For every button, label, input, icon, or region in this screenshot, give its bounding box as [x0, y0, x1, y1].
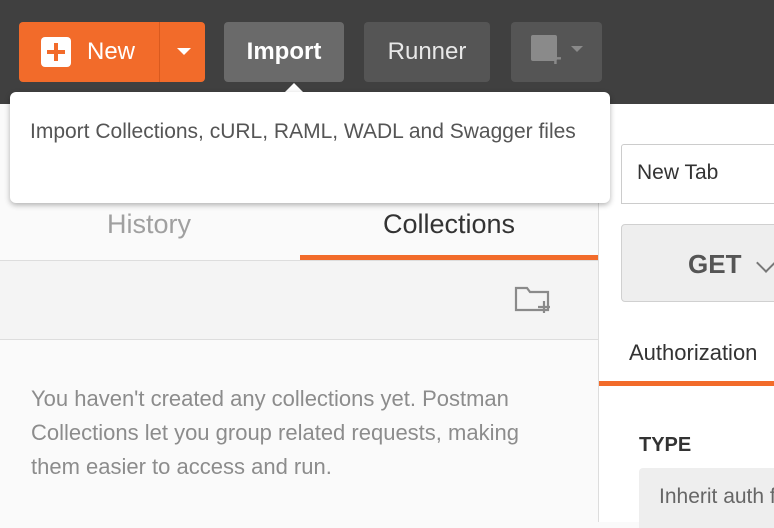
method-select[interactable]: GET	[621, 224, 774, 302]
new-collection-icon[interactable]	[514, 284, 552, 314]
runner-button[interactable]: Runner	[364, 22, 490, 82]
new-button[interactable]: New	[19, 22, 205, 82]
app-header: New Import Runner +	[0, 0, 774, 104]
plus-icon	[41, 37, 71, 67]
empty-collections-message: You haven't created any collections yet.…	[31, 386, 519, 479]
import-button[interactable]: Import	[224, 22, 344, 82]
new-button-divider	[159, 22, 160, 82]
auth-type-select[interactable]: Inherit auth from parent	[639, 468, 774, 528]
collections-toolbar	[0, 261, 598, 340]
import-tooltip: Import Collections, cURL, RAML, WADL and…	[10, 92, 610, 203]
new-button-label: New	[87, 38, 136, 65]
tab-history[interactable]: History	[0, 194, 298, 260]
tab-collections[interactable]: Collections	[300, 194, 598, 260]
chevron-down-icon[interactable]	[177, 48, 191, 55]
plus-icon: +	[549, 46, 562, 71]
request-panel: New Tab GET Authorization TYPE Inherit a…	[599, 104, 774, 528]
auth-type-label: TYPE	[639, 434, 692, 456]
new-window-button[interactable]: +	[511, 22, 602, 82]
request-tab[interactable]: New Tab	[621, 144, 774, 204]
chevron-down-icon	[571, 46, 583, 52]
tab-authorization[interactable]: Authorization	[599, 324, 774, 386]
